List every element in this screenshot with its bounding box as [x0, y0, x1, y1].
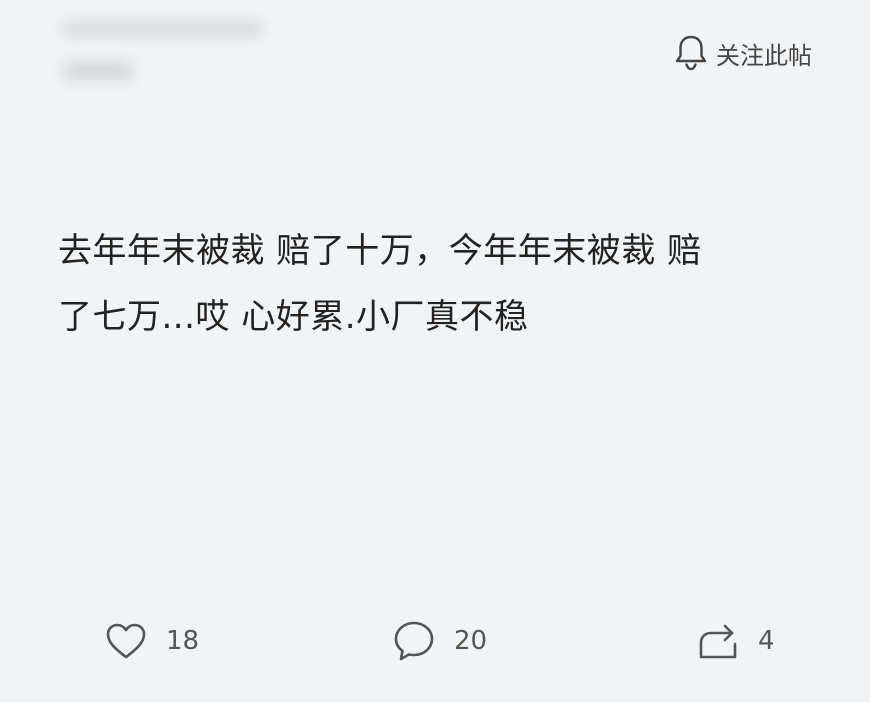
like-button[interactable]: 18 — [104, 612, 199, 670]
blurred-author-meta — [55, 8, 275, 108]
heart-icon — [104, 621, 148, 661]
share-button[interactable]: 4 — [696, 612, 775, 670]
action-bar: 18 20 4 — [0, 612, 870, 670]
share-count: 4 — [758, 626, 775, 656]
like-count: 18 — [166, 626, 200, 656]
follow-post-button[interactable]: 关注此帖 — [674, 33, 812, 73]
comment-button[interactable]: 20 — [392, 612, 487, 670]
share-arrow-icon — [696, 619, 740, 663]
comment-bubble-icon — [392, 619, 436, 663]
follow-label: 关注此帖 — [716, 41, 812, 70]
comment-count: 20 — [454, 626, 488, 656]
post-text-line-2: 了七万...哎 心好累.小厂真不稳 — [58, 297, 529, 337]
bell-icon — [674, 34, 708, 72]
post-content: 去年年末被裁 赔了十万，今年年末被裁 赔 了七万...哎 心好累.小厂真不稳 — [58, 218, 818, 350]
post-text-line-1: 去年年末被裁 赔了十万，今年年末被裁 赔 — [58, 231, 702, 271]
post-card: 关注此帖 去年年末被裁 赔了十万，今年年末被裁 赔 了七万...哎 心好累.小厂… — [0, 0, 870, 702]
